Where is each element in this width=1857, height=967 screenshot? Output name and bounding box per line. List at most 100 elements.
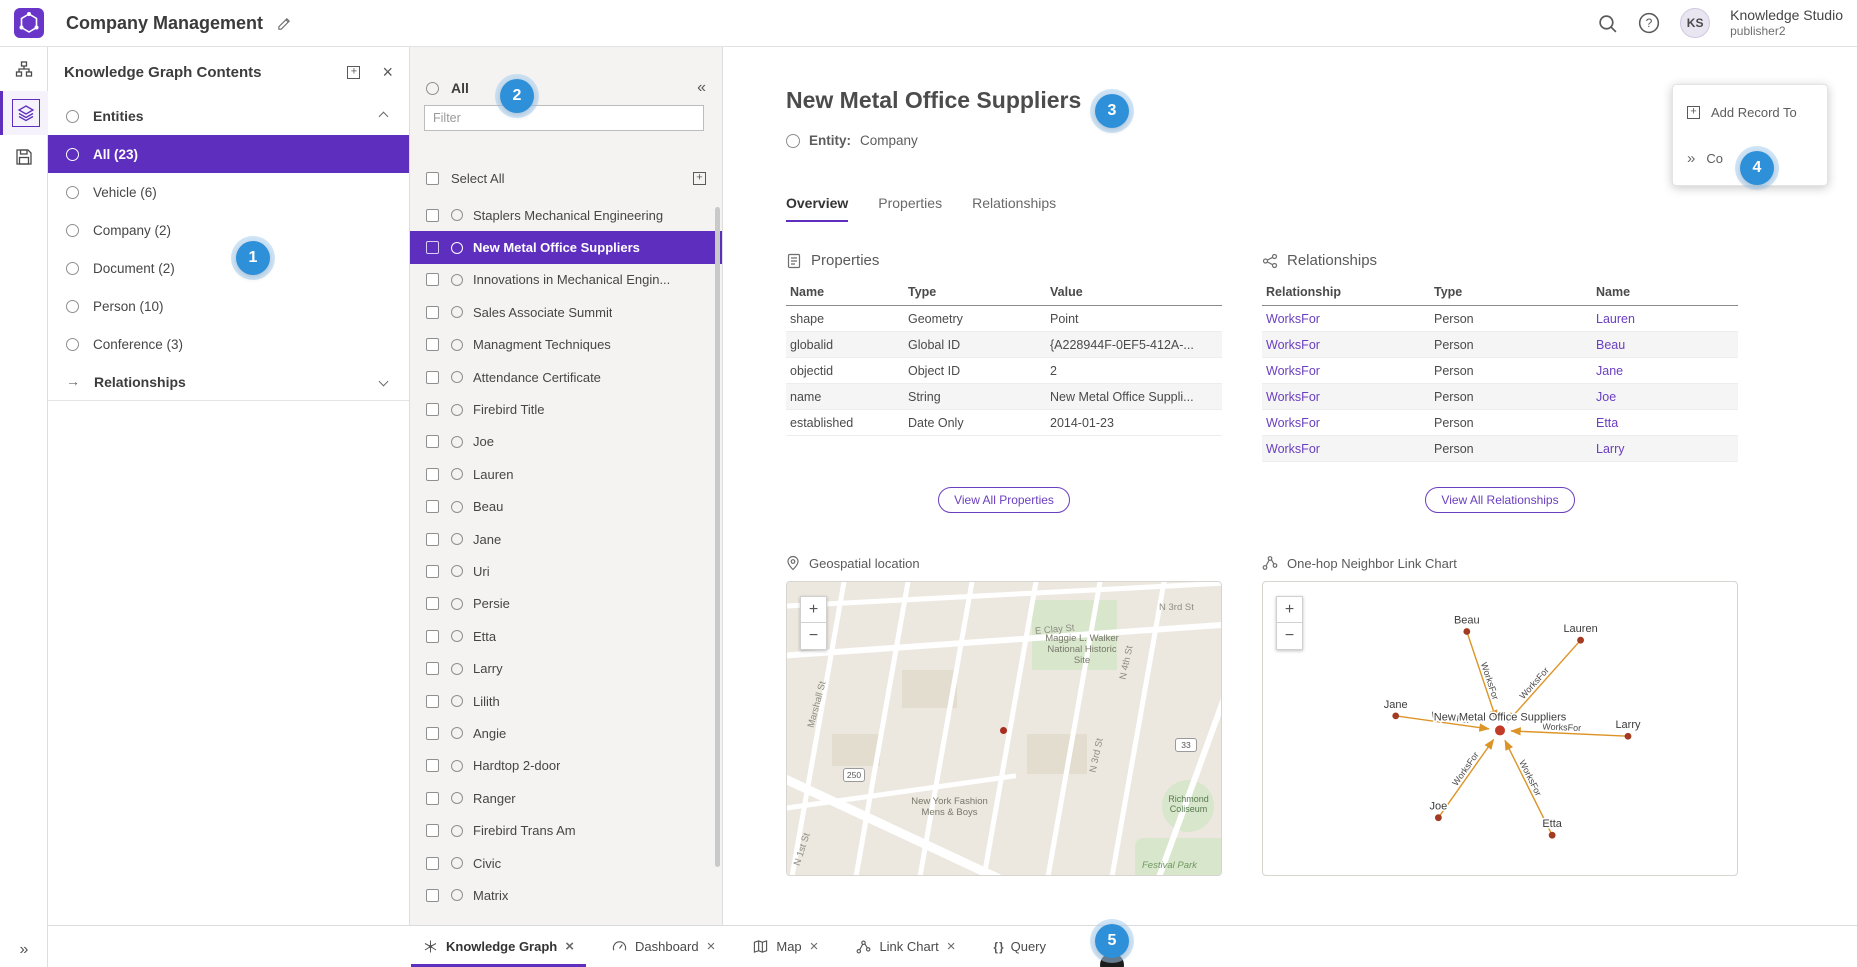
- entity-list-item[interactable]: Attendance Certificate: [410, 361, 722, 393]
- collapse-panel-icon[interactable]: [697, 79, 706, 97]
- zoom-out-button[interactable]: −: [1276, 623, 1303, 650]
- entity-list-item[interactable]: Jane: [410, 523, 722, 555]
- entity-list-item[interactable]: Civic: [410, 847, 722, 879]
- search-icon[interactable]: [1597, 13, 1618, 34]
- item-checkbox[interactable]: [426, 209, 439, 222]
- context-menu-item-add-record-to[interactable]: Add Record To: [1673, 89, 1827, 135]
- filter-input[interactable]: [424, 105, 704, 131]
- item-checkbox[interactable]: [426, 792, 439, 805]
- entity-list-item[interactable]: Firebird Title: [410, 393, 722, 425]
- entity-list-item[interactable]: Uri: [410, 555, 722, 587]
- item-checkbox[interactable]: [426, 435, 439, 448]
- relationship-link[interactable]: WorksFor: [1262, 332, 1430, 358]
- map-canvas[interactable]: N 3rd St E Clay St Maggie L. Walker Nati…: [787, 582, 1221, 875]
- entity-list-item[interactable]: Angie: [410, 717, 722, 749]
- expand-rail-icon[interactable]: [0, 941, 48, 959]
- entity-list-item[interactable]: Hardtop 2-door: [410, 750, 722, 782]
- entity-list-item[interactable]: Lauren: [410, 458, 722, 490]
- add-selection-icon[interactable]: [693, 172, 706, 185]
- relationship-link[interactable]: WorksFor: [1262, 306, 1430, 332]
- user-avatar[interactable]: KS: [1680, 8, 1710, 38]
- record-tab[interactable]: Overview: [786, 195, 848, 222]
- app-logo-icon[interactable]: [14, 8, 44, 38]
- relationship-link[interactable]: WorksFor: [1262, 436, 1430, 462]
- entity-list-item[interactable]: Firebird Trans Am: [410, 814, 722, 846]
- entity-list-item[interactable]: Joe: [410, 426, 722, 458]
- item-checkbox[interactable]: [426, 727, 439, 740]
- entity-list-item[interactable]: Innovations in Mechanical Engin...: [410, 264, 722, 296]
- relationship-link[interactable]: WorksFor: [1262, 410, 1430, 436]
- record-tab[interactable]: Properties: [878, 195, 942, 222]
- zoom-in-button[interactable]: +: [1276, 596, 1303, 623]
- close-tab-icon[interactable]: [707, 938, 716, 955]
- neighbor-link-chart[interactable]: WorksForBeauWorksForLaurenWorksForJaneWo…: [1262, 581, 1738, 876]
- item-checkbox[interactable]: [426, 338, 439, 351]
- related-entity-link[interactable]: Lauren: [1592, 306, 1738, 332]
- entity-list-item[interactable]: Larry: [410, 652, 722, 684]
- item-checkbox[interactable]: [426, 857, 439, 870]
- close-panel-icon[interactable]: [382, 62, 393, 83]
- edit-title-icon[interactable]: [277, 16, 292, 31]
- relationships-section-header[interactable]: Relationships: [48, 363, 409, 401]
- item-checkbox[interactable]: [426, 241, 439, 254]
- record-tab[interactable]: Relationships: [972, 195, 1056, 222]
- rail-layers-button[interactable]: [0, 91, 48, 135]
- related-entity-link[interactable]: Joe: [1592, 384, 1738, 410]
- view-tab-query[interactable]: Query: [993, 926, 1046, 967]
- item-checkbox[interactable]: [426, 500, 439, 513]
- entity-list-item[interactable]: Managment Techniques: [410, 329, 722, 361]
- view-all-relationships-button[interactable]: View All Relationships: [1425, 487, 1574, 513]
- entity-list-item[interactable]: Ranger: [410, 782, 722, 814]
- close-tab-icon[interactable]: [947, 938, 956, 955]
- entity-list-item[interactable]: New Metal Office Suppliers: [410, 231, 722, 263]
- entity-list-item[interactable]: Staplers Mechanical Engineering: [410, 199, 722, 231]
- item-checkbox[interactable]: [426, 759, 439, 772]
- item-checkbox[interactable]: [426, 371, 439, 384]
- relationship-link[interactable]: WorksFor: [1262, 358, 1430, 384]
- rail-hierarchy-button[interactable]: [0, 47, 48, 91]
- view-tab-link-chart[interactable]: Link Chart: [856, 926, 955, 967]
- select-all-checkbox[interactable]: [426, 172, 439, 185]
- new-panel-icon[interactable]: [347, 66, 360, 79]
- entity-list-item[interactable]: Lilith: [410, 685, 722, 717]
- entity-list-item[interactable]: Etta: [410, 620, 722, 652]
- view-tab-knowledge-graph[interactable]: Knowledge Graph: [423, 926, 574, 967]
- item-checkbox[interactable]: [426, 468, 439, 481]
- help-icon[interactable]: ?: [1638, 12, 1660, 34]
- view-tab-map[interactable]: Map: [753, 926, 818, 967]
- item-checkbox[interactable]: [426, 403, 439, 416]
- related-entity-link[interactable]: Beau: [1592, 332, 1738, 358]
- scope-label[interactable]: All: [451, 80, 469, 96]
- item-checkbox[interactable]: [426, 597, 439, 610]
- close-tab-icon[interactable]: [565, 938, 574, 955]
- entity-list-item[interactable]: Sales Associate Summit: [410, 296, 722, 328]
- item-checkbox[interactable]: [426, 889, 439, 902]
- relationship-link[interactable]: WorksFor: [1262, 384, 1430, 410]
- zoom-out-button[interactable]: −: [800, 623, 827, 650]
- related-entity-link[interactable]: Larry: [1592, 436, 1738, 462]
- entity-list-item[interactable]: Beau: [410, 491, 722, 523]
- entity-type-item[interactable]: Document (2): [48, 249, 409, 287]
- item-checkbox[interactable]: [426, 306, 439, 319]
- entity-type-item[interactable]: Conference (3): [48, 325, 409, 363]
- item-checkbox[interactable]: [426, 630, 439, 643]
- item-checkbox[interactable]: [426, 565, 439, 578]
- close-tab-icon[interactable]: [810, 938, 819, 955]
- related-entity-link[interactable]: Jane: [1592, 358, 1738, 384]
- entity-type-item[interactable]: Person (10): [48, 287, 409, 325]
- item-checkbox[interactable]: [426, 533, 439, 546]
- rail-save-button[interactable]: [0, 135, 48, 179]
- view-all-properties-button[interactable]: View All Properties: [938, 487, 1070, 513]
- entity-list-item[interactable]: Persie: [410, 588, 722, 620]
- entity-type-item[interactable]: All (23): [48, 135, 409, 173]
- entity-list-item[interactable]: Matrix: [410, 879, 722, 911]
- zoom-in-button[interactable]: +: [800, 596, 827, 623]
- entities-section-header[interactable]: Entities: [48, 97, 409, 135]
- entity-type-item[interactable]: Vehicle (6): [48, 173, 409, 211]
- item-checkbox[interactable]: [426, 824, 439, 837]
- item-checkbox[interactable]: [426, 695, 439, 708]
- geospatial-map[interactable]: N 3rd St E Clay St Maggie L. Walker Nati…: [786, 581, 1222, 876]
- entity-type-item[interactable]: Company (2): [48, 211, 409, 249]
- item-checkbox[interactable]: [426, 662, 439, 675]
- related-entity-link[interactable]: Etta: [1592, 410, 1738, 436]
